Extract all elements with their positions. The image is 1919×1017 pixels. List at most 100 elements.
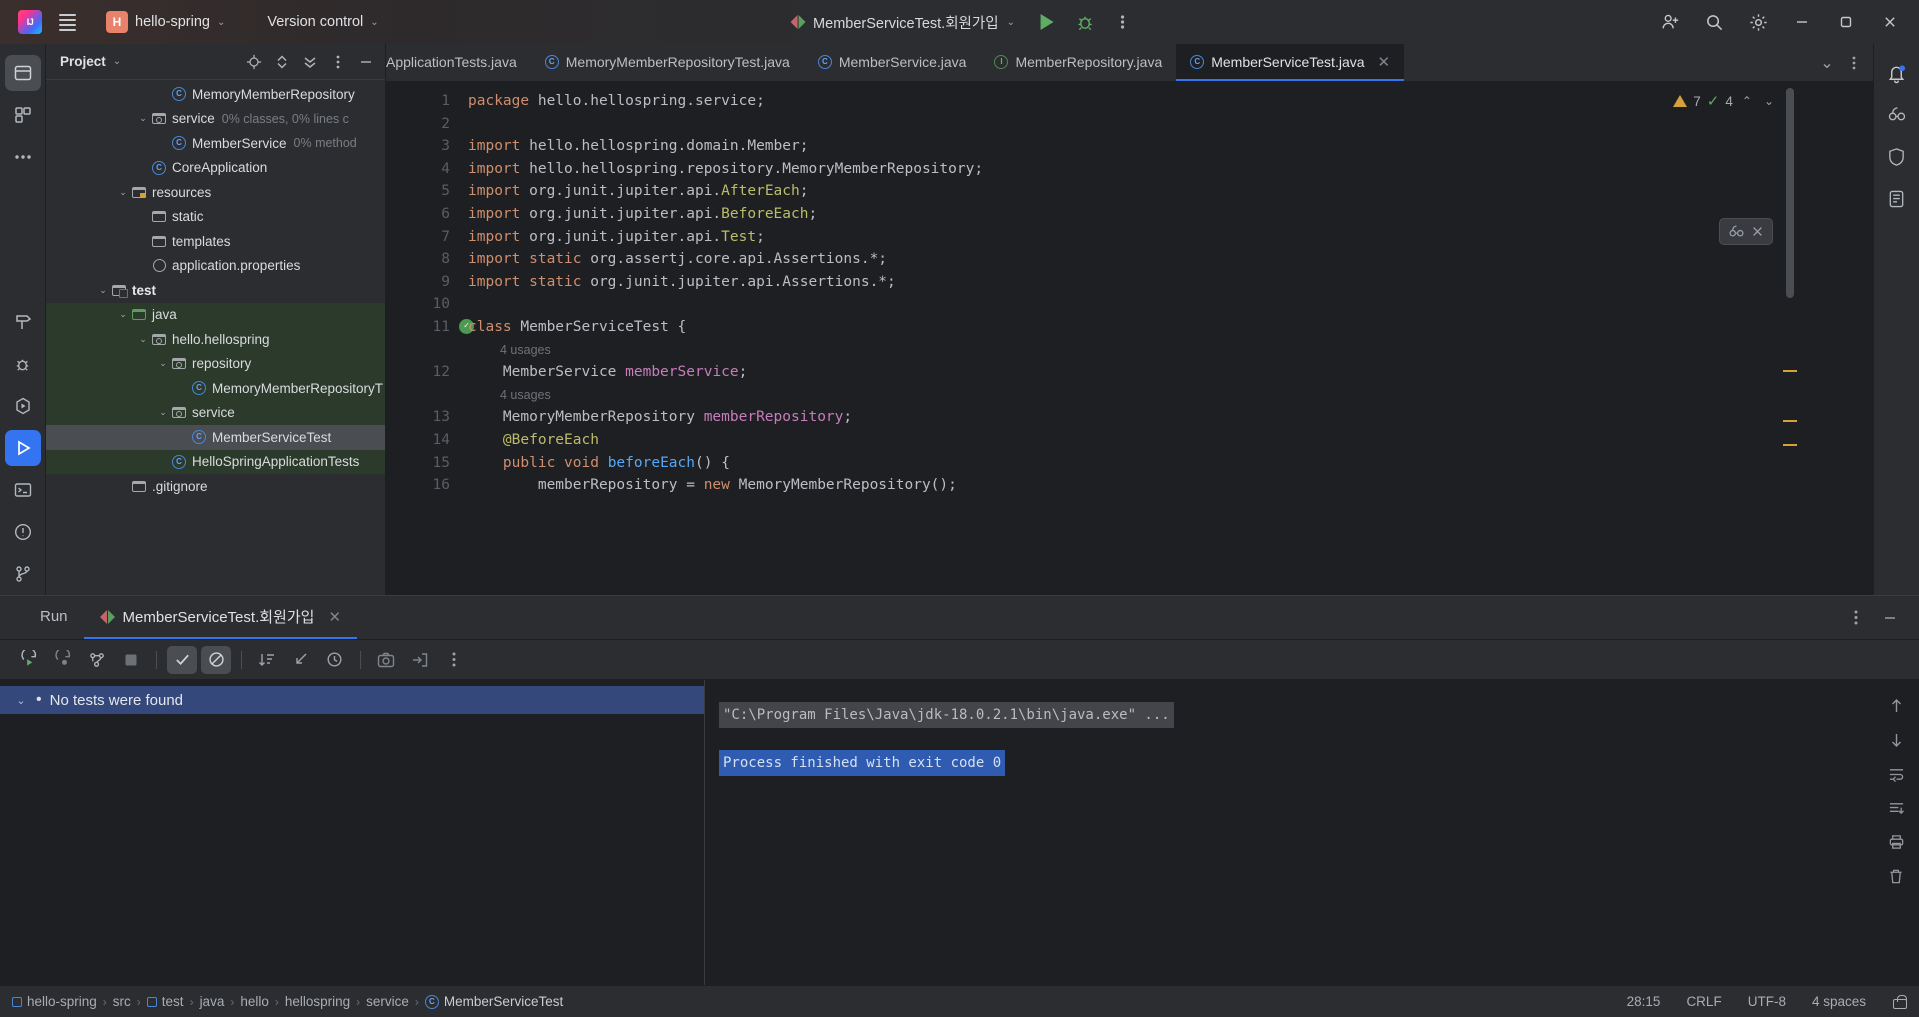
- disclosure-arrow-icon[interactable]: ⌄: [136, 113, 150, 124]
- usage-hint[interactable]: 4 usages: [468, 384, 1873, 407]
- more-run-options-button[interactable]: [1107, 6, 1139, 38]
- prev-problem-button[interactable]: ⌃: [1739, 94, 1755, 108]
- sidebar-item-problems[interactable]: [5, 514, 41, 550]
- test-results-tree[interactable]: ⌄ • No tests were found: [0, 680, 705, 985]
- sidebar-item-git[interactable]: [5, 556, 41, 592]
- caret-position[interactable]: 28:15: [1627, 994, 1661, 1009]
- tab-memberservice-java[interactable]: C MemberService.java: [804, 44, 981, 81]
- sidebar-item-run[interactable]: [4, 430, 41, 466]
- rerun-auto-button[interactable]: [82, 646, 112, 674]
- print-button[interactable]: [1881, 828, 1911, 856]
- inspection-widget[interactable]: 7 ✓ 4 ⌃ ⌄: [1673, 92, 1777, 110]
- tree-item-static[interactable]: ⌄static: [46, 205, 385, 230]
- version-control-button[interactable]: Version control ⌄: [259, 10, 386, 34]
- tree-item--gitignore[interactable]: ⌄.gitignore: [46, 474, 385, 499]
- editor-code[interactable]: package hello.hellospring.service; impor…: [458, 82, 1873, 595]
- hide-run-panel-button[interactable]: [1875, 604, 1905, 632]
- expand-tree-button[interactable]: [286, 646, 316, 674]
- breadcrumb-item-java[interactable]: java: [200, 994, 225, 1009]
- tree-item-templates[interactable]: ⌄templates: [46, 229, 385, 254]
- hide-ignored-toggle[interactable]: [201, 645, 231, 674]
- tab-applicationtests-java[interactable]: ApplicationTests.java: [386, 44, 531, 81]
- breadcrumb-item-src[interactable]: src: [113, 994, 131, 1009]
- export-screenshot-button[interactable]: [371, 646, 401, 674]
- chevron-down-icon[interactable]: ⌄: [14, 694, 28, 707]
- notes-button[interactable]: [1879, 181, 1915, 217]
- account-button[interactable]: [1649, 3, 1691, 41]
- breadcrumb-item-test[interactable]: test: [146, 994, 184, 1009]
- line-number[interactable]: 5: [386, 180, 458, 203]
- breadcrumb[interactable]: hello-spring › src › test › java › hello › hellosp…: [12, 994, 563, 1009]
- disclosure-arrow-icon[interactable]: ⌄: [116, 187, 130, 198]
- line-number[interactable]: 16: [386, 474, 458, 497]
- editor-scrollbar[interactable]: [1781, 82, 1797, 595]
- line-number[interactable]: 8: [386, 248, 458, 271]
- run-configuration-selector[interactable]: MemberServiceTest.회원가입 ⌄: [780, 8, 1025, 37]
- tab-memberservicetest-java[interactable]: C MemberServiceTest.java ✕: [1176, 44, 1405, 81]
- tree-item-coreapplication[interactable]: ⌄CCoreApplication: [46, 156, 385, 181]
- line-number[interactable]: 3: [386, 135, 458, 158]
- main-menu-icon[interactable]: [52, 7, 82, 37]
- show-passed-toggle[interactable]: [167, 645, 197, 674]
- clear-console-button[interactable]: [1881, 862, 1911, 890]
- import-tests-button[interactable]: [405, 646, 435, 674]
- debug-button[interactable]: [1069, 6, 1101, 38]
- breadcrumb-item-hellospring[interactable]: hellospring: [285, 994, 350, 1009]
- tree-item-memorymemberrepository[interactable]: ⌄CMemoryMemberRepository: [46, 82, 385, 107]
- breadcrumb-item-service[interactable]: service: [366, 994, 409, 1009]
- line-number[interactable]: 14: [386, 429, 458, 452]
- tab-memberrepository-java[interactable]: I MemberRepository.java: [980, 44, 1176, 81]
- run-panel-options-button[interactable]: [1841, 604, 1871, 632]
- run-button[interactable]: [1031, 6, 1063, 38]
- line-number[interactable]: 6: [386, 203, 458, 226]
- tree-item-hellospringapplicationtests[interactable]: ⌄CHelloSpringApplicationTests: [46, 449, 385, 474]
- tree-item-memorymemberrepositoryt[interactable]: ⌄CMemoryMemberRepositoryT: [46, 376, 385, 401]
- rerun-button[interactable]: [14, 646, 44, 674]
- notifications-button[interactable]: [1879, 55, 1915, 91]
- tree-item-java[interactable]: ⌄ java: [46, 302, 385, 327]
- disclosure-arrow-icon[interactable]: ⌄: [136, 334, 150, 345]
- scroll-up-button[interactable]: [1881, 692, 1911, 720]
- tab-test-config[interactable]: MemberServiceTest.회원가입 ✕: [83, 596, 358, 639]
- tab-memorymemberrepositorytest-java[interactable]: C MemoryMemberRepositoryTest.java: [531, 44, 804, 81]
- test-tree-row[interactable]: ⌄ • No tests were found: [0, 686, 704, 714]
- breadcrumb-item-hello-spring[interactable]: hello-spring: [12, 994, 97, 1009]
- soft-wrap-button[interactable]: [1881, 760, 1911, 788]
- line-number[interactable]: 15: [386, 452, 458, 475]
- close-icon[interactable]: ✕: [328, 608, 341, 626]
- chevron-down-icon[interactable]: ⌄: [113, 56, 121, 67]
- editor-tab-bar[interactable]: ApplicationTests.java C MemoryMemberReposi…: [386, 44, 1873, 82]
- sort-by-duration-button[interactable]: [320, 646, 350, 674]
- line-number[interactable]: 12: [386, 361, 458, 384]
- tree-item-resources[interactable]: ⌄ resources: [46, 180, 385, 205]
- unlocked-icon[interactable]: [1892, 994, 1907, 1009]
- breadcrumb-item-memberservicetest[interactable]: C MemberServiceTest: [424, 994, 563, 1009]
- line-number[interactable]: 2: [386, 113, 458, 136]
- breadcrumb-item-hello[interactable]: hello: [240, 994, 269, 1009]
- tab-list-button[interactable]: ⌄: [1814, 50, 1840, 76]
- line-separator[interactable]: CRLF: [1686, 994, 1721, 1009]
- settings-button[interactable]: [1737, 3, 1779, 41]
- search-button[interactable]: [1693, 3, 1735, 41]
- project-options-button[interactable]: [325, 49, 351, 75]
- hide-panel-button[interactable]: [353, 49, 379, 75]
- tree-item-memberservicetest[interactable]: ⌄CMemberServiceTest: [46, 425, 385, 450]
- project-selector[interactable]: H hello-spring ⌄: [98, 7, 233, 37]
- line-number[interactable]: 13: [386, 406, 458, 429]
- inlay-hint-popup[interactable]: [1719, 218, 1773, 245]
- usage-hint[interactable]: 4 usages: [468, 339, 1873, 362]
- line-number[interactable]: 4: [386, 158, 458, 181]
- stop-button[interactable]: [116, 646, 146, 674]
- scroll-down-button[interactable]: [1881, 726, 1911, 754]
- line-number[interactable]: 11 ✓: [386, 316, 474, 339]
- sidebar-item-debug[interactable]: [5, 346, 41, 382]
- sidebar-item-more[interactable]: [5, 139, 41, 175]
- close-button[interactable]: [1869, 3, 1911, 41]
- editor-gutter[interactable]: 1 2 3 4 5 6 7 8 9 10 11 ✓ 12 13 14 15 16: [386, 82, 474, 595]
- project-tree[interactable]: ⌄ C MemoryMemberRepository ⌄ service 0% class…: [46, 80, 385, 595]
- sidebar-item-terminal[interactable]: [5, 472, 41, 508]
- rerun-failed-button[interactable]: [48, 646, 78, 674]
- select-opened-file-button[interactable]: [241, 49, 267, 75]
- tab-options-button[interactable]: [1841, 50, 1867, 76]
- disclosure-arrow-icon[interactable]: ⌄: [116, 309, 130, 320]
